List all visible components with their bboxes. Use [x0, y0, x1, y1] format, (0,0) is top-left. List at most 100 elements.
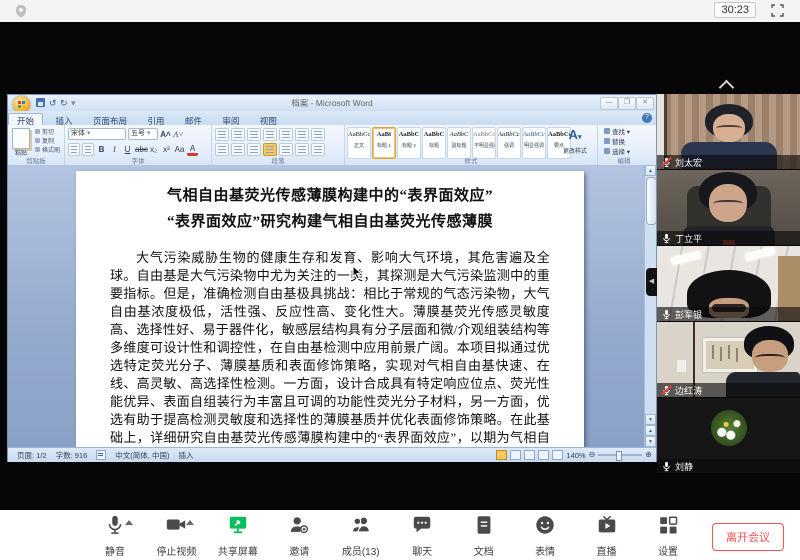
change-styles-button[interactable]: A▾ 更改样式 — [557, 127, 593, 155]
meeting-timer: 30:23 — [714, 2, 756, 18]
zoom-level[interactable]: 140% — [566, 451, 585, 460]
proofing-status-icon[interactable] — [96, 450, 106, 460]
live-tv-icon — [596, 514, 618, 541]
sidebar-collapse-handle[interactable]: ◀ — [646, 268, 657, 296]
replace-button[interactable]: 替换 — [604, 138, 625, 148]
document-body-paragraph: 大气污染威胁生物的健康生存和发育、影响大气环境，其危害遍及全球。自由基是大气污染… — [110, 249, 550, 447]
scroll-up-button[interactable]: ▲ — [645, 165, 656, 176]
bullets-button[interactable] — [215, 128, 229, 141]
restore-button[interactable]: ❐ — [618, 97, 636, 110]
chat-button[interactable]: 聊天 — [402, 514, 442, 556]
document-title-line1: 气相自由基荧光传感薄膜构建中的“表界面效应” — [110, 183, 550, 209]
invite-icon — [288, 514, 310, 541]
strikethrough-button[interactable]: abc — [135, 144, 146, 155]
scroll-down-button[interactable]: ▼ — [645, 414, 656, 425]
font-family-select[interactable]: 宋体▾ — [68, 128, 126, 140]
copy-button[interactable]: 复制 — [35, 138, 54, 147]
paste-icon[interactable] — [12, 128, 30, 149]
mute-button[interactable]: 静音 — [95, 514, 135, 556]
meeting-stage: ↺ ↻ ▾ 档案 - Microsoft Word — ❐ ✕ 开始 插入 页面… — [0, 22, 800, 510]
invite-button[interactable]: 邀请 — [279, 514, 319, 556]
font-size-select[interactable]: 五号▾ — [128, 128, 158, 140]
system-top-bar: 30:23 — [0, 0, 800, 23]
language-indicator[interactable]: 中文(简体, 中国) — [115, 450, 169, 461]
fullscreen-view-button[interactable] — [510, 450, 521, 460]
superscript-button[interactable]: x² — [161, 144, 172, 155]
ribbon: 粘贴 剪切 复制 格式刷 剪贴板 宋体▾ 五号▾ A˄ A˅ B I — [8, 125, 656, 166]
help-icon[interactable]: ? — [642, 113, 652, 123]
stop-video-button[interactable]: 停止视频 — [156, 514, 196, 556]
close-button[interactable]: ✕ — [636, 97, 654, 110]
shrink-font-button[interactable]: A˅ — [173, 129, 184, 140]
live-button[interactable]: 直播 — [587, 514, 627, 556]
cut-button[interactable]: 剪切 — [35, 129, 54, 138]
participant-video-3[interactable]: 彭军银 — [657, 246, 800, 321]
subscript-button[interactable]: x₂ — [148, 144, 159, 155]
next-page-button[interactable]: ▼ — [645, 436, 656, 447]
document-title-line2: “表界面效应”研究构建气相自由基荧光传感薄膜 — [110, 209, 550, 235]
minimize-button[interactable]: — — [600, 97, 618, 110]
ribbon-tab-bar: 开始 插入 页面布局 引用 邮件 审阅 视图 ? — [8, 111, 656, 125]
word-window-title: 档案 - Microsoft Word — [8, 97, 656, 109]
share-screen-button[interactable]: 共享屏幕 — [218, 514, 258, 556]
participant-video-2[interactable]: 丁立平 — [657, 170, 800, 245]
find-button[interactable]: 查找 ▾ — [604, 128, 630, 138]
multilevel-list-button[interactable] — [247, 128, 261, 141]
change-case-button[interactable]: Aa — [174, 144, 185, 155]
settings-grid-icon — [657, 514, 679, 541]
page-indicator[interactable]: 页面: 1/2 — [17, 450, 47, 461]
draft-view-button[interactable] — [552, 450, 563, 460]
previous-page-button[interactable]: ▲ — [645, 425, 656, 436]
grow-font-button[interactable]: A˄ — [160, 129, 171, 140]
word-title-bar: ↺ ↻ ▾ 档案 - Microsoft Word — ❐ ✕ — [8, 95, 656, 112]
scrollbar-thumb[interactable] — [646, 177, 656, 225]
participant-sidebar: 刘太宏 丁立平 彭军银 — [657, 22, 800, 510]
participant-name-bar: 丁立平 — [657, 231, 800, 245]
web-layout-view-button[interactable] — [524, 450, 535, 460]
participant-name: 丁立平 — [675, 232, 702, 245]
show-marks-button[interactable] — [311, 128, 325, 141]
underline-button[interactable]: U — [122, 144, 133, 155]
mic-on-icon — [661, 309, 672, 320]
word-status-bar: 页面: 1/2 字数: 916 中文(简体, 中国) 插入 140% ⊖ ⊕ — [8, 447, 656, 462]
meeting-toolbar: 静音 停止视频 共享屏幕 邀请 成员(13) — [0, 510, 800, 560]
word-count[interactable]: 字数: 916 — [56, 450, 88, 461]
font-color-button[interactable]: A — [187, 144, 198, 156]
participant-video-1[interactable]: 刘太宏 — [657, 94, 800, 169]
mic-on-icon — [661, 461, 672, 472]
emoji-icon — [534, 514, 556, 541]
mic-options-arrow[interactable] — [125, 520, 133, 525]
zoom-slider[interactable] — [598, 454, 642, 456]
camera-options-arrow[interactable] — [186, 520, 194, 525]
bold-button[interactable]: B — [96, 144, 107, 155]
vertical-scrollbar[interactable]: ▲ ▼ ▲ ▼ — [644, 165, 656, 447]
microphone-icon — [104, 514, 126, 541]
document-page[interactable]: 气相自由基荧光传感薄膜构建中的“表界面效应” “表界面效应”研究构建气相自由基荧… — [76, 171, 584, 447]
numbering-button[interactable] — [231, 128, 245, 141]
leave-meeting-button[interactable]: 离开会议 — [712, 523, 784, 551]
participant-video-5[interactable]: 刘静 — [657, 398, 800, 473]
docs-button[interactable]: 文档 — [464, 514, 504, 556]
zoom-in-button[interactable]: ⊕ — [645, 451, 652, 459]
participant-name: 彭军银 — [675, 308, 702, 321]
participant-name: 边红涛 — [675, 384, 702, 397]
document-area: 气相自由基荧光传感薄膜构建中的“表界面效应” “表界面效应”研究构建气相自由基荧… — [8, 165, 656, 447]
insert-mode-indicator[interactable]: 插入 — [178, 450, 193, 461]
outline-view-button[interactable] — [538, 450, 549, 460]
settings-button[interactable]: 设置 — [648, 514, 688, 556]
avatar — [711, 410, 747, 446]
participant-video-4[interactable]: 边红涛 — [657, 322, 800, 397]
zoom-slider-knob[interactable] — [616, 451, 622, 461]
print-layout-view-button[interactable] — [496, 450, 507, 460]
italic-button[interactable]: I — [109, 144, 120, 155]
fullscreen-icon[interactable] — [771, 4, 784, 22]
emoji-button[interactable]: 表情 — [525, 514, 565, 556]
collapse-up-chevron-icon[interactable] — [719, 80, 735, 96]
zoom-out-button[interactable]: ⊖ — [589, 451, 596, 459]
increase-indent-button[interactable] — [279, 128, 293, 141]
participant-name: 刘太宏 — [675, 156, 702, 169]
sort-button[interactable] — [295, 128, 309, 141]
change-styles-icon: A▾ — [557, 127, 593, 146]
members-button[interactable]: 成员(13) — [341, 514, 381, 556]
decrease-indent-button[interactable] — [263, 128, 277, 141]
